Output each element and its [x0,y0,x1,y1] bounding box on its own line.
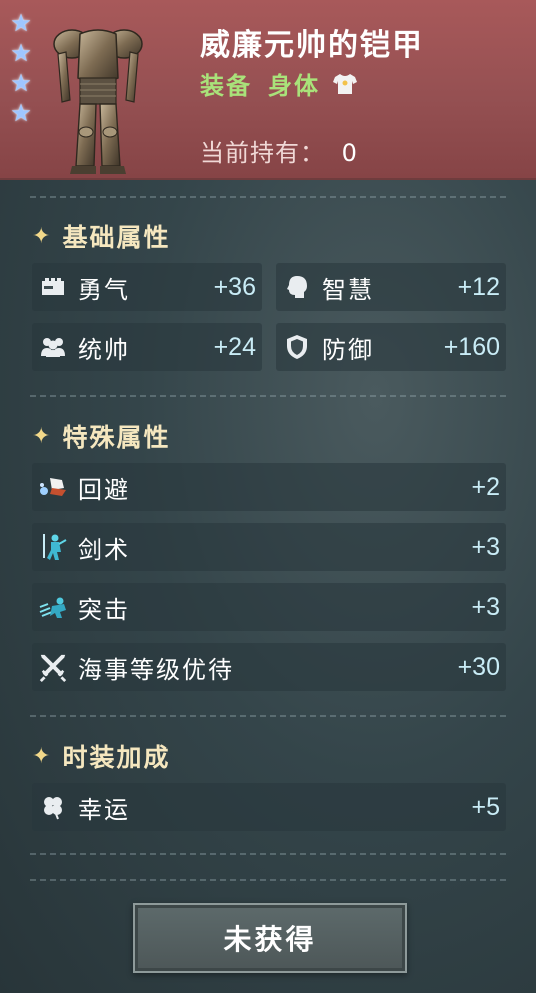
item-type: 装备 身体 [200,66,358,101]
star-icon: ★ [10,99,32,127]
stat-value: +12 [457,272,500,301]
sparkle-icon: ✦ [32,423,53,449]
stat-label: 智慧 [322,275,374,304]
sparkle-icon: ✦ [32,743,53,769]
stat-label: 回避 [78,475,130,504]
divider [30,853,506,855]
stat-row: 海事等级优待 +30 [32,643,506,691]
dodge-icon [38,472,68,502]
charge-icon [38,592,68,622]
stat-value: +3 [471,532,500,561]
stat-label: 勇气 [78,275,130,304]
stat-row: 勇气 +36 [32,263,262,311]
divider [30,715,506,717]
stat-label: 突击 [78,595,130,624]
body-slot-shirt-icon [333,73,357,94]
stat-value: +24 [213,332,256,361]
divider [30,879,506,881]
crossed-swords-icon [38,652,68,683]
command-icon [38,332,68,362]
stat-label: 统帅 [78,335,130,364]
rarity-stars: ★ ★ ★ ★ [8,10,38,130]
stat-row: 统帅 +24 [32,323,262,371]
stat-label: 幸运 [78,795,130,824]
section-fashion-bonus: ✦ 时装加成 [32,738,170,774]
stat-row: 智慧 +12 [276,263,506,311]
section-special-attributes: ✦ 特殊属性 [32,418,170,454]
stat-value: +3 [471,592,500,621]
stat-label: 剑术 [78,535,130,564]
defense-shield-icon [282,332,312,362]
section-title: 时装加成 [62,743,171,772]
stat-value: +160 [443,332,500,361]
stat-label: 海事等级优待 [78,655,234,684]
section-title: 特殊属性 [62,423,171,452]
divider [30,196,506,198]
stat-row: 突击 +3 [32,583,506,631]
not-obtained-button[interactable]: 未获得 [133,903,407,973]
clover-icon [38,792,68,822]
item-name: 威廉元帅的铠甲 [200,28,424,63]
star-icon: ★ [10,9,32,37]
stat-row: 幸运 +5 [32,783,506,831]
stat-value: +36 [213,272,256,301]
sparkle-icon: ✦ [32,223,53,249]
stat-label: 防御 [322,335,374,364]
owned-value: 0 [341,139,358,167]
swordsmanship-icon [38,532,68,562]
divider [30,395,506,397]
owned-label: 当前持有： [200,139,325,167]
stat-row: 回避 +2 [32,463,506,511]
section-basic-attributes: ✦ 基础属性 [32,218,170,254]
stat-row: 防御 +160 [276,323,506,371]
stat-value: +30 [457,652,500,681]
courage-icon [38,272,68,302]
owned-count: 当前持有： 0 [200,133,358,168]
item-category: 装备 [200,72,252,100]
item-detail-panel: ★ ★ ★ ★ 威廉元帅的铠甲 装备 身体 当前持有： 0 ✦ 基础属性 勇气 … [0,0,536,993]
item-header: ★ ★ ★ ★ 威廉元帅的铠甲 装备 身体 当前持有： 0 [0,0,536,180]
armor-image [53,29,143,174]
section-title: 基础属性 [62,223,171,252]
stat-value: +2 [471,472,500,501]
wisdom-icon [282,272,312,302]
star-icon: ★ [10,69,32,97]
stat-value: +5 [471,792,500,821]
stat-row: 剑术 +3 [32,523,506,571]
star-icon: ★ [10,39,32,67]
item-slot: 身体 [268,72,320,100]
